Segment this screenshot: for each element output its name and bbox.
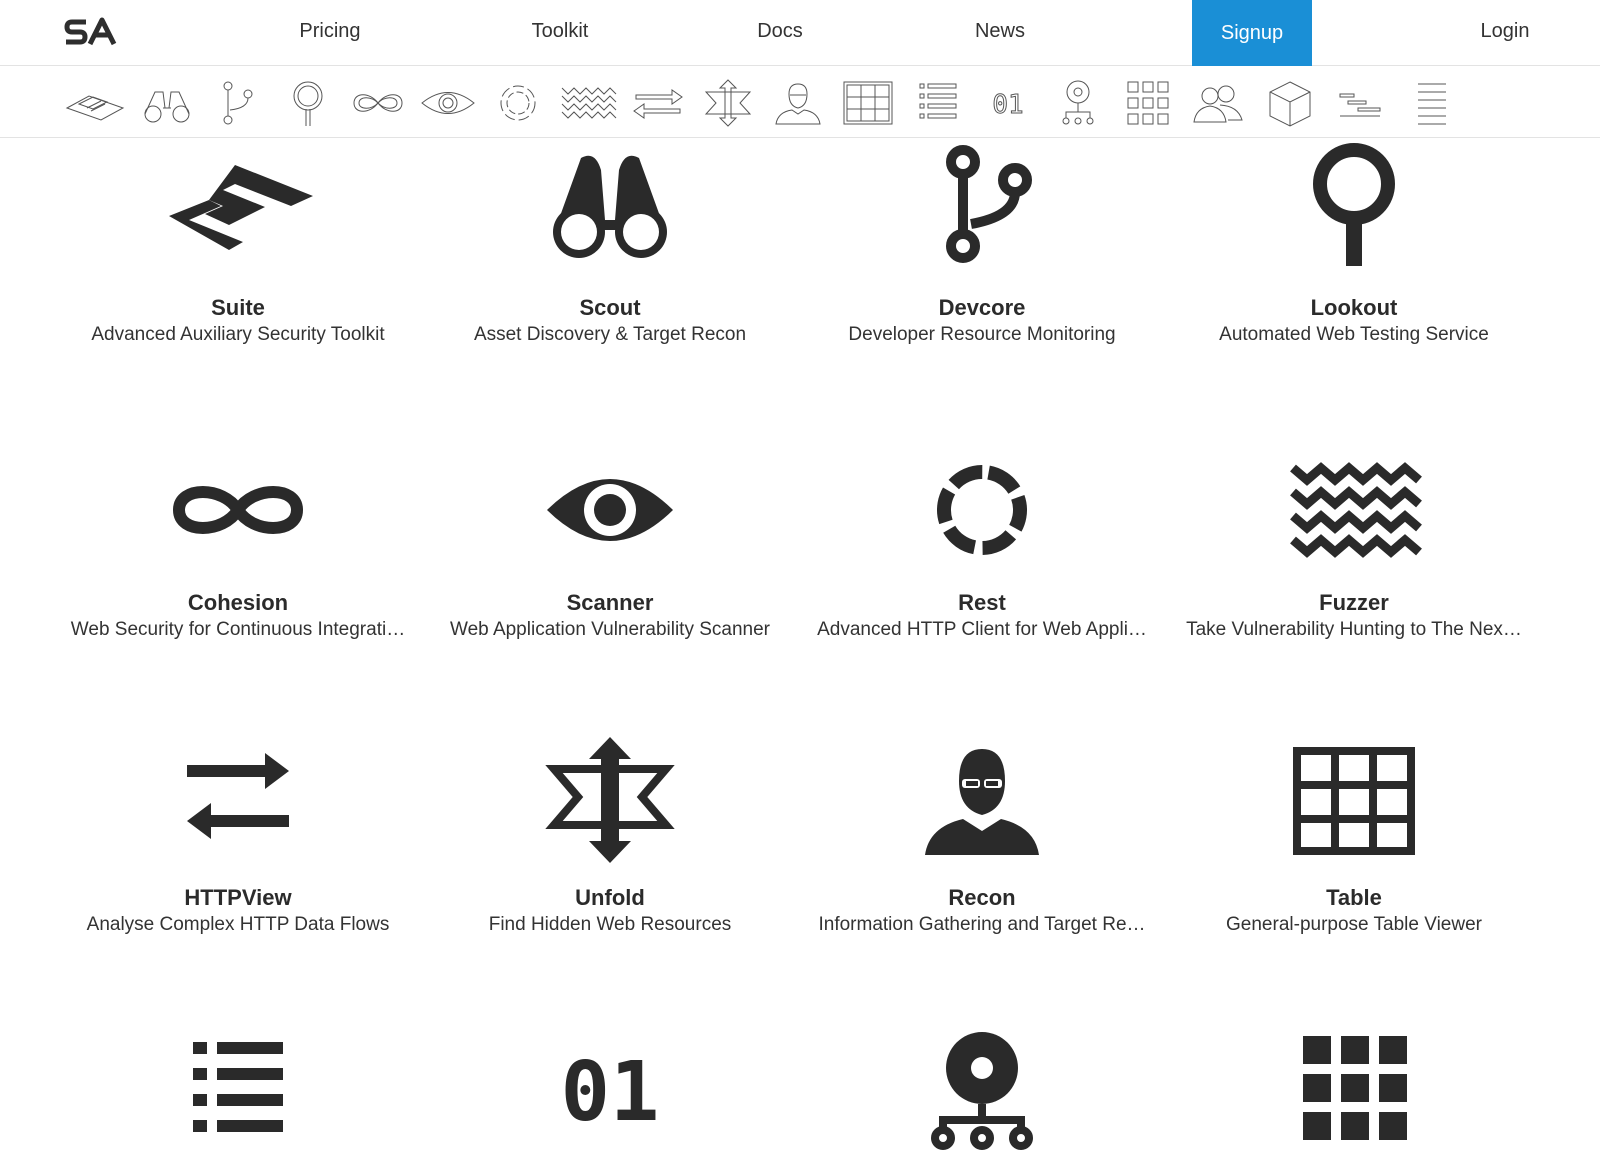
- tool-title: Fuzzer: [1319, 590, 1389, 615]
- tool-title: Suite: [211, 295, 265, 320]
- tool-description: Developer Resource Monitoring: [848, 324, 1116, 345]
- lookout-pin-icon[interactable]: [276, 78, 340, 128]
- signup-button[interactable]: Signup: [1192, 0, 1312, 66]
- binary-01-text: 01: [992, 90, 1023, 120]
- ring-icon: [937, 465, 1027, 555]
- zigzag-icon: [1290, 462, 1422, 558]
- gantt-icon[interactable]: [1328, 78, 1392, 128]
- users-icon[interactable]: [1186, 78, 1250, 128]
- nav-login[interactable]: Login: [1470, 0, 1540, 66]
- tool-description: Take Vulnerability Hunting to The Nex…: [1186, 619, 1522, 640]
- tool-card-rest[interactable]: Rest Advanced HTTP Client for Web Appli…: [802, 440, 1162, 660]
- infinity-icon: [172, 486, 304, 534]
- tool-title: Cohesion: [187, 590, 289, 615]
- binoculars-icon: [553, 155, 667, 258]
- binary-01-icon: 01: [561, 1045, 660, 1140]
- tool-card-recon[interactable]: Recon Information Gathering and Target R…: [802, 735, 1162, 955]
- tool-description: Find Hidden Web Resources: [488, 914, 732, 935]
- suite-icon: [169, 165, 313, 250]
- ring-icon[interactable]: [486, 78, 550, 128]
- unfold-arrows-icon[interactable]: [696, 78, 760, 128]
- tool-card-httpview[interactable]: HTTPView Analyse Complex HTTP Data Flows: [58, 735, 418, 955]
- tool-title: Scout: [579, 295, 641, 320]
- top-navigation: Pricing Toolkit Docs News Signup Login: [0, 0, 1600, 66]
- nav-pricing[interactable]: Pricing: [290, 0, 370, 66]
- tool-title: Devcore: [938, 295, 1026, 320]
- table-icon: [1293, 747, 1415, 855]
- tool-title: Rest: [958, 590, 1006, 615]
- tool-card-lookout[interactable]: Lookout Automated Web Testing Service: [1174, 140, 1534, 360]
- tool-description: Advanced HTTP Client for Web Appli…: [817, 619, 1147, 640]
- list-icon: [193, 1042, 283, 1132]
- tool-title: Lookout: [1310, 295, 1398, 320]
- network-node-icon[interactable]: [1046, 78, 1110, 128]
- table-icon[interactable]: [836, 78, 900, 128]
- tool-card-grid[interactable]: [1174, 1030, 1534, 1173]
- tool-card-scout[interactable]: Scout Asset Discovery & Target Recon: [430, 140, 790, 360]
- tool-description: General-purpose Table Viewer: [1226, 914, 1482, 935]
- person-sunglasses-icon: [925, 749, 1039, 855]
- lines-icon[interactable]: [1400, 78, 1464, 128]
- eye-icon[interactable]: [416, 78, 480, 128]
- grid-icon: [1303, 1036, 1407, 1140]
- tool-card-network[interactable]: [802, 1030, 1162, 1173]
- tool-card-devcore[interactable]: Devcore Developer Resource Monitoring: [802, 140, 1162, 360]
- tool-description: Information Gathering and Target Re…: [818, 914, 1146, 935]
- zigzag-icon[interactable]: [556, 78, 620, 128]
- sa-logo[interactable]: [64, 14, 124, 50]
- nav-docs[interactable]: Docs: [745, 0, 815, 66]
- tool-description: Web Security for Continuous Integrati…: [70, 619, 406, 640]
- binoculars-icon[interactable]: [135, 78, 199, 128]
- tool-description: Web Application Vulnerability Scanner: [449, 619, 771, 640]
- tool-description: Automated Web Testing Service: [1219, 324, 1489, 345]
- tool-card-suite[interactable]: Suite Advanced Auxiliary Security Toolki…: [58, 140, 418, 360]
- nav-news[interactable]: News: [965, 0, 1035, 66]
- tool-title: Recon: [948, 885, 1016, 910]
- lookout-pin-icon: [1313, 143, 1395, 266]
- tool-card-binary[interactable]: 01: [430, 1030, 790, 1173]
- tool-card-fuzzer[interactable]: Fuzzer Take Vulnerability Hunting to The…: [1174, 440, 1534, 660]
- tool-title: HTTPView: [184, 885, 292, 910]
- tool-title: Table: [1326, 885, 1382, 910]
- tool-title: Unfold: [575, 885, 645, 910]
- tool-card-unfold[interactable]: Unfold Find Hidden Web Resources: [430, 735, 790, 955]
- arrows-exchange-icon: [187, 753, 289, 839]
- person-sunglasses-icon[interactable]: [766, 78, 830, 128]
- binary-01-text: 01: [561, 1045, 660, 1140]
- arrows-exchange-icon[interactable]: [626, 78, 690, 128]
- tool-card-scanner[interactable]: Scanner Web Application Vulnerability Sc…: [430, 440, 790, 660]
- tool-icon-strip: 01: [0, 66, 1600, 138]
- list-icon[interactable]: [906, 78, 970, 128]
- network-node-icon: [931, 1032, 1033, 1150]
- tool-title: Scanner: [566, 590, 654, 615]
- branch-icon: [946, 145, 1032, 263]
- tool-description: Advanced Auxiliary Security Toolkit: [91, 324, 385, 345]
- nav-toolkit[interactable]: Toolkit: [520, 0, 600, 66]
- cube-icon[interactable]: [1258, 78, 1322, 128]
- suite-icon[interactable]: [63, 78, 127, 128]
- tool-card-table[interactable]: Table General-purpose Table Viewer: [1174, 735, 1534, 955]
- tool-description: Asset Discovery & Target Recon: [473, 324, 747, 345]
- tool-description: Analyse Complex HTTP Data Flows: [86, 914, 390, 935]
- infinity-icon[interactable]: [346, 78, 410, 128]
- grid-icon[interactable]: [1116, 78, 1180, 128]
- binary-01-icon[interactable]: 01: [976, 78, 1040, 128]
- tool-card-list[interactable]: [58, 1030, 418, 1173]
- eye-icon: [547, 479, 673, 541]
- branch-icon[interactable]: [206, 78, 270, 128]
- tool-card-cohesion[interactable]: Cohesion Web Security for Continuous Int…: [58, 440, 418, 660]
- unfold-arrows-icon: [545, 737, 675, 863]
